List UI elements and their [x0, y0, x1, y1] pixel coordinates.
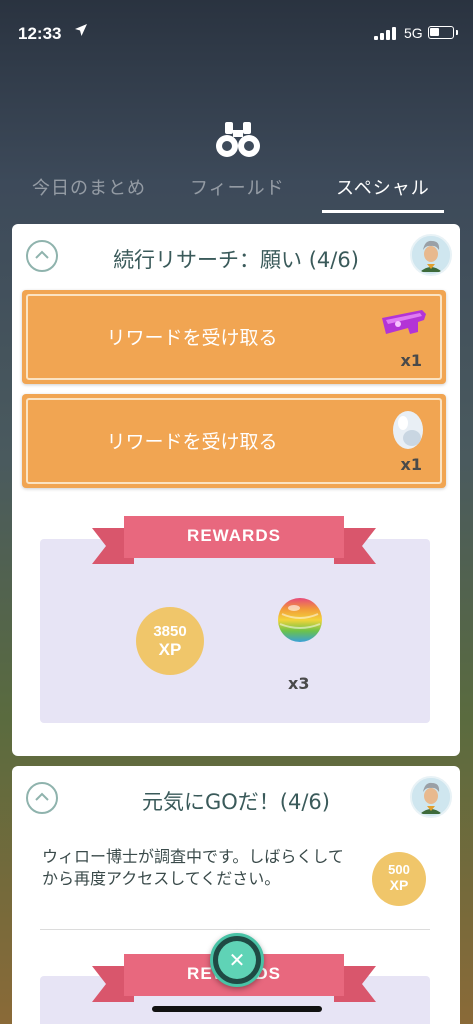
tab-field[interactable]: フィールド [190, 174, 285, 200]
card-title: 元気にGOだ！(4/6) [142, 790, 330, 814]
collapse-button[interactable] [26, 782, 58, 814]
tab-special[interactable]: スペシャル [336, 174, 430, 200]
home-indicator[interactable] [152, 1006, 322, 1012]
claim-reward-label: リワードを受け取る [106, 431, 278, 453]
collapse-button[interactable] [26, 240, 58, 272]
close-button[interactable]: ✕ [210, 933, 264, 987]
professor-avatar [410, 776, 452, 818]
card-header: 続行リサーチ：願い (4/6) [12, 224, 460, 286]
location-arrow-icon [74, 23, 88, 41]
rewards-ribbon: REWARDS [92, 514, 376, 566]
claim-reward-button-2[interactable]: リワードを受け取る x1 [22, 394, 446, 488]
professor-avatar [410, 234, 452, 276]
battery-icon [428, 26, 458, 39]
binoculars-icon [214, 120, 262, 160]
xp-reward-badge: 3850 XP [136, 607, 204, 675]
card-header: 元気にGOだ！(4/6) [12, 766, 460, 828]
rare-candy-icon [276, 596, 324, 644]
research-card-wish: 続行リサーチ：願い (4/6) リワードを受け取る x1 リワードを受け取る x… [12, 224, 460, 756]
status-time: 12:33 [18, 24, 62, 43]
close-icon: ✕ [228, 948, 246, 972]
research-tabs: 今日のまとめ フィールド スペシャル [0, 168, 473, 218]
tab-today[interactable]: 今日のまとめ [32, 174, 146, 200]
claim-reward-label: リワードを受け取る [106, 327, 278, 349]
reward-qty: x1 [400, 351, 422, 370]
research-description: ウィロー博士が調査中です。しばらくしてから再度アクセスしてください。 [42, 847, 344, 888]
signal-icon [374, 26, 398, 40]
candy-qty: x3 [288, 674, 310, 693]
rewards-label: REWARDS [187, 526, 281, 545]
card-title: 続行リサーチ：願い (4/6) [113, 248, 359, 272]
tab-active-indicator [322, 210, 444, 213]
rewards-panel [40, 539, 430, 723]
xp-unit: XP [158, 640, 182, 659]
claim-reward-button-1[interactable]: リワードを受け取る x1 [22, 290, 446, 384]
egg-icon [378, 408, 430, 452]
status-bar: 12:33 5G [0, 0, 473, 58]
xp-unit: XP [389, 877, 409, 893]
incense-icon [378, 304, 430, 348]
xp-amount: 3850 [153, 623, 187, 640]
network-type: 5G [404, 25, 423, 41]
reward-qty: x1 [400, 455, 422, 474]
xp-reward-badge: 500 XP [372, 852, 426, 906]
xp-amount: 500 [388, 862, 410, 877]
divider [40, 929, 430, 930]
